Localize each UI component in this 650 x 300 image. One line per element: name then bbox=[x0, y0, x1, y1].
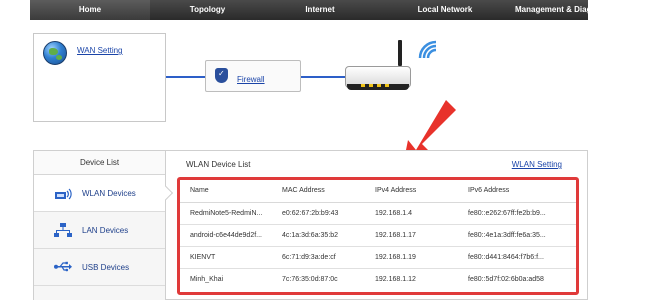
device-mac: 4c:1a:3d:6a:35:b2 bbox=[272, 224, 365, 247]
device-list-sidebar: Device List WLAN Devices LAN Devices USB… bbox=[34, 151, 174, 300]
wlan-device-list-title: WLAN Device List bbox=[186, 160, 251, 169]
wlan-setting-link[interactable]: WLAN Setting bbox=[512, 160, 562, 169]
device-ipv6: fe80::4e1a:3dff:fe6a:35... bbox=[458, 224, 576, 247]
router-icon bbox=[345, 62, 411, 92]
column-header-mac: MAC Address bbox=[272, 180, 365, 203]
device-ipv6: fe80::e262:67ff:fe2b:b9... bbox=[458, 202, 576, 225]
usb-icon bbox=[54, 261, 72, 272]
sidebar-item-label: LAN Devices bbox=[82, 225, 129, 235]
sidebar-item-lan-devices[interactable]: LAN Devices bbox=[34, 212, 165, 249]
table-row[interactable]: android-c6e44de9d2f... 4c:1a:3d:6a:35:b2… bbox=[180, 224, 576, 247]
device-mac: e0:62:67:2b:b9:43 bbox=[272, 202, 365, 225]
device-name: android-c6e44de9d2f... bbox=[180, 224, 272, 247]
wifi-icon bbox=[418, 40, 437, 59]
column-header-ipv6: IPv6 Address bbox=[458, 180, 576, 203]
table-row[interactable]: KIENVT 6c:71:d9:3a:de:cf 192.168.1.19 fe… bbox=[180, 246, 576, 269]
firewall-card: Firewall bbox=[205, 60, 301, 92]
connector-line bbox=[301, 76, 347, 78]
nav-home[interactable]: Home bbox=[30, 0, 150, 20]
sidebar-item-label: USB Devices bbox=[82, 262, 130, 272]
device-ipv6: fe80::5d7f:02:6b0a:ad58 bbox=[468, 275, 544, 283]
connector-line bbox=[166, 76, 206, 78]
top-navigation-bar: Home Topology Internet Local Network Man… bbox=[30, 0, 612, 20]
nav-topology[interactable]: Topology bbox=[150, 0, 265, 20]
device-ipv4: 192.168.1.12 bbox=[375, 275, 416, 283]
shield-icon bbox=[215, 68, 228, 83]
table-row[interactable]: Minh_Khai 7c:76:35:0d:87:0c 192.168.1.12… bbox=[180, 268, 576, 290]
device-name: RedmiNote5-RedmiN... bbox=[180, 202, 272, 225]
wan-setting-link[interactable]: WAN Setting bbox=[77, 46, 123, 55]
device-table-highlight: Name MAC Address IPv4 Address IPv6 Addre… bbox=[177, 177, 579, 295]
column-header-name: Name bbox=[180, 180, 272, 203]
table-row[interactable]: RedmiNote5-RedmiN... e0:62:67:2b:b9:43 1… bbox=[180, 202, 576, 225]
device-table: Name MAC Address IPv4 Address IPv6 Addre… bbox=[180, 180, 576, 290]
sidebar-item-usb-devices[interactable]: USB Devices bbox=[34, 249, 165, 286]
nav-local-network[interactable]: Local Network bbox=[375, 0, 515, 20]
active-caret bbox=[158, 185, 174, 201]
nav-internet[interactable]: Internet bbox=[265, 0, 375, 20]
column-header-ipv4: IPv4 Address bbox=[365, 180, 458, 203]
table-header-row: Name MAC Address IPv4 Address IPv6 Addre… bbox=[180, 180, 576, 203]
device-name: Minh_Khai bbox=[190, 275, 224, 283]
device-ipv4: 192.168.1.17 bbox=[365, 224, 458, 247]
nav-management-diagnosis[interactable]: Management & Diagnosis bbox=[515, 0, 612, 20]
device-ipv6: fe80::d441:8464:f7b6:f... bbox=[458, 246, 576, 269]
sidebar-header: Device List bbox=[34, 151, 165, 175]
wlan-devices-icon bbox=[55, 188, 72, 200]
device-ipv4: 192.168.1.4 bbox=[365, 202, 458, 225]
device-name: KIENVT bbox=[180, 246, 272, 269]
firewall-link[interactable]: Firewall bbox=[237, 75, 265, 84]
globe-icon bbox=[43, 41, 67, 65]
device-mac: 7c:76:35:0d:87:0c bbox=[282, 275, 338, 283]
wan-setting-card: WAN Setting bbox=[33, 33, 166, 122]
sidebar-item-label: WLAN Devices bbox=[82, 188, 136, 198]
device-ipv4: 192.168.1.19 bbox=[365, 246, 458, 269]
device-mac: 6c:71:d9:3a:de:cf bbox=[272, 246, 365, 269]
device-list-panel: Device List WLAN Devices LAN Devices USB… bbox=[33, 150, 588, 300]
lan-devices-icon bbox=[54, 223, 72, 237]
sidebar-item-wlan-devices[interactable]: WLAN Devices bbox=[34, 175, 174, 212]
